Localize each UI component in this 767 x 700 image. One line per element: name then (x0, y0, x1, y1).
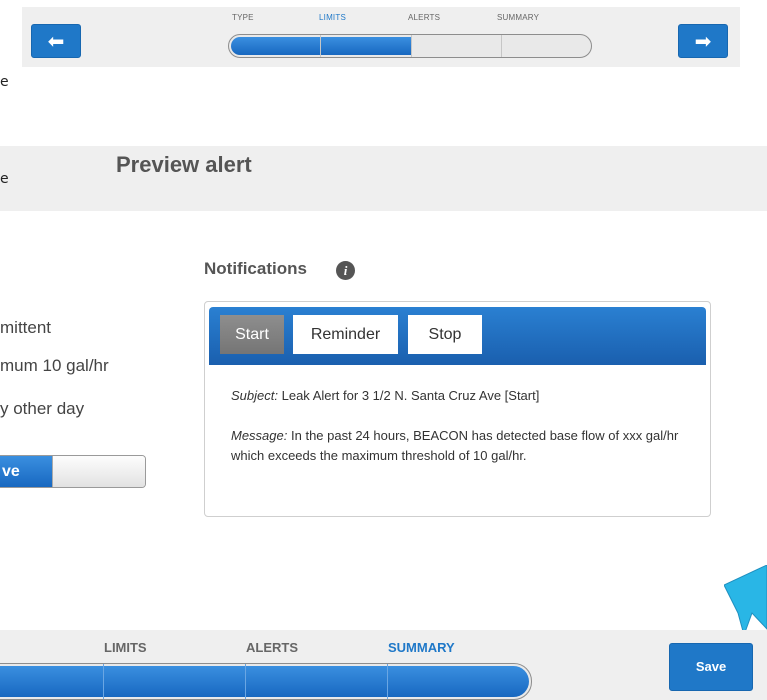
top-progress-fill (231, 37, 411, 55)
arrow-left-icon: ⬅ (47, 29, 65, 53)
tab-reminder[interactable]: Reminder (293, 315, 398, 354)
preview-header: Preview alert e (0, 146, 767, 211)
notification-subject: Subject: Leak Alert for 3 1/2 N. Santa C… (231, 386, 691, 406)
notifications-heading: Notifications (204, 259, 307, 278)
progress-divider (387, 664, 388, 699)
progress-divider (245, 664, 246, 699)
bottom-progress-fill (0, 666, 529, 697)
notification-content: Subject: Leak Alert for 3 1/2 N. Santa C… (231, 386, 691, 466)
bottom-wizard-bar: LIMITS ALERTS SUMMARY Save (0, 630, 767, 700)
top-progress-bar (228, 34, 592, 58)
bottom-step-limits[interactable]: LIMITS (104, 640, 147, 655)
top-step-alerts[interactable]: ALERTS (408, 13, 440, 22)
progress-divider (103, 664, 104, 699)
save-button[interactable]: Save (669, 643, 753, 691)
notification-tab-strip: Start Reminder Stop (209, 307, 706, 365)
notifications-panel: Start Reminder Stop Subject: Leak Alert … (204, 301, 711, 517)
subject-text: Leak Alert for 3 1/2 N. Santa Cruz Ave [… (281, 388, 540, 403)
tab-stop[interactable]: Stop (408, 315, 482, 354)
summary-type-value: mittent (0, 318, 52, 337)
summary-limit-value: mum 10 gal/hr (0, 356, 109, 375)
info-icon[interactable]: i (336, 261, 355, 280)
active-toggle[interactable]: ve (0, 455, 146, 488)
arrow-right-icon: ➡ (694, 29, 712, 53)
bottom-progress-bar (0, 663, 532, 700)
previous-step-button[interactable]: ⬅ (31, 24, 81, 58)
bottom-step-alerts[interactable]: ALERTS (246, 640, 298, 655)
page-title: Preview alert (116, 152, 252, 177)
callout-arrow-icon (724, 565, 767, 635)
top-wizard-bar: ⬅ TYPE LIMITS ALERTS SUMMARY ➡ (22, 7, 740, 67)
top-step-type[interactable]: TYPE (232, 13, 254, 22)
toggle-knob[interactable] (52, 456, 145, 487)
message-label: Message: (231, 428, 288, 443)
cropped-text: e (0, 171, 9, 187)
top-step-summary[interactable]: SUMMARY (497, 13, 539, 22)
bottom-step-summary[interactable]: SUMMARY (388, 640, 455, 655)
cropped-text: e (0, 74, 9, 90)
message-text: In the past 24 hours, BEACON has detecte… (231, 428, 679, 463)
next-step-button[interactable]: ➡ (678, 24, 728, 58)
summary-frequency-value: y other day (0, 399, 85, 418)
top-step-limits[interactable]: LIMITS (319, 13, 346, 22)
subject-label: Subject: (231, 388, 278, 403)
progress-divider (501, 35, 502, 57)
progress-divider (320, 35, 321, 57)
tab-start[interactable]: Start (220, 315, 284, 354)
toggle-label: ve (0, 456, 52, 487)
progress-divider (411, 35, 412, 57)
notification-message: Message: In the past 24 hours, BEACON ha… (231, 426, 691, 466)
